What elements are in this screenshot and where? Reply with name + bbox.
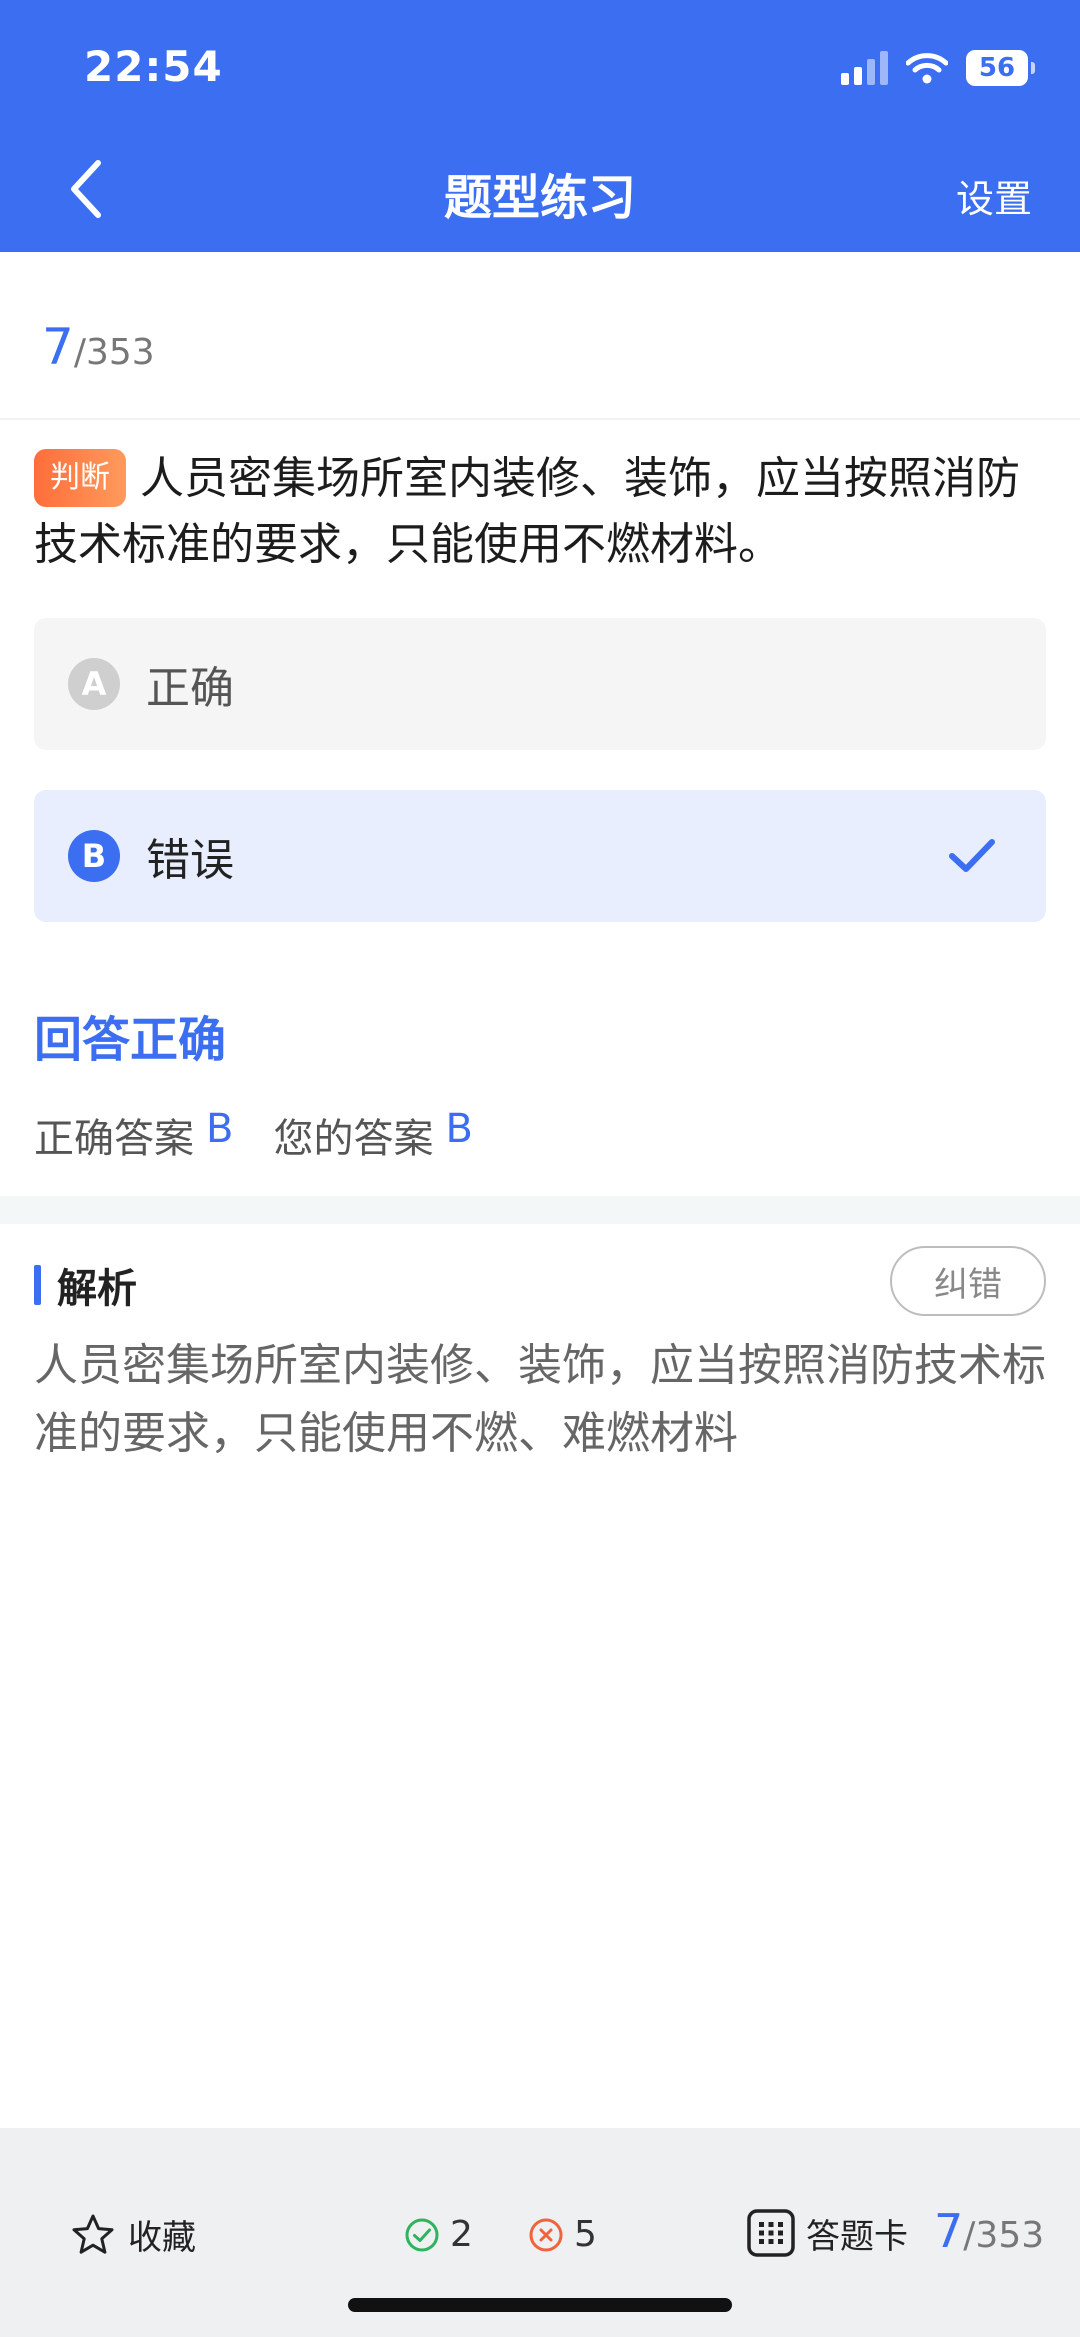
analysis-header: 解析 — [34, 1256, 137, 1314]
option-b[interactable]: B 错误 — [34, 790, 1046, 922]
your-answer-label: 您的答案 — [273, 1116, 434, 1162]
divider — [0, 418, 1080, 420]
wifi-icon — [906, 53, 948, 84]
battery-icon: 56 — [966, 50, 1035, 86]
answer-summary: 正确答案 B 您的答案 B — [34, 1106, 473, 1164]
question-stem: 判断 人员密集场所室内装修、装饰，应当按照消防技术标准的要求，只能使用不燃材料。 — [34, 446, 1046, 578]
option-text-a: 正确 — [146, 663, 234, 714]
option-a[interactable]: A 正确 — [34, 618, 1046, 750]
settings-button[interactable]: 设置 — [956, 168, 1032, 223]
x-circle-icon — [529, 2218, 563, 2251]
answer-card-button[interactable]: 答题卡 — [746, 2208, 908, 2258]
star-icon — [72, 2214, 114, 2254]
bottom-progress-total: /353 — [963, 2215, 1045, 2256]
correct-answer-value: B — [206, 1106, 234, 1152]
checkmark-icon — [949, 839, 995, 872]
signal-icon — [841, 51, 888, 85]
home-indicator — [348, 2298, 732, 2312]
check-circle-icon — [405, 2218, 439, 2251]
app-header: 22:54 56 题型练习 设置 — [0, 0, 1080, 252]
analysis-text: 人员密集场所室内装修、装饰，应当按照消防技术标准的要求，只能使用不燃、难燃材料 — [34, 1340, 1046, 1459]
your-answer-value: B — [445, 1106, 473, 1152]
question-text: 人员密集场所室内装修、装饰，应当按照消防技术标准的要求，只能使用不燃材料。 — [34, 453, 1020, 570]
bottom-progress: 7/353 — [934, 2204, 1044, 2258]
section-divider — [0, 1196, 1080, 1224]
right-count-value: 2 — [450, 2214, 473, 2255]
wrong-count: 5 — [528, 2214, 597, 2255]
section-accent-bar — [34, 1265, 41, 1305]
question-progress: 7/353 — [42, 318, 155, 376]
option-text-b: 错误 — [146, 835, 234, 886]
right-count: 2 — [404, 2214, 473, 2255]
progress-current: 7 — [42, 318, 74, 376]
question-type-tag: 判断 — [34, 449, 126, 507]
answer-card-label: 答题卡 — [806, 2216, 908, 2257]
favorite-button[interactable]: 收藏 — [70, 2210, 196, 2259]
page-title: 题型练习 — [443, 170, 636, 226]
status-time: 22:54 — [84, 42, 223, 91]
bottom-progress-current: 7 — [934, 2204, 964, 2258]
status-icons: 56 — [841, 46, 1035, 90]
wrong-count-value: 5 — [574, 2214, 597, 2255]
report-error-button[interactable]: 纠错 — [890, 1246, 1046, 1316]
result-title: 回答正确 — [34, 1012, 227, 1068]
analysis-title: 解析 — [57, 1266, 137, 1312]
progress-total: /353 — [73, 332, 155, 373]
favorite-label: 收藏 — [128, 2218, 196, 2258]
grid-icon — [747, 2209, 795, 2257]
option-letter-a: A — [68, 658, 120, 710]
correct-answer-label: 正确答案 — [34, 1116, 194, 1162]
option-letter-b: B — [68, 830, 120, 882]
